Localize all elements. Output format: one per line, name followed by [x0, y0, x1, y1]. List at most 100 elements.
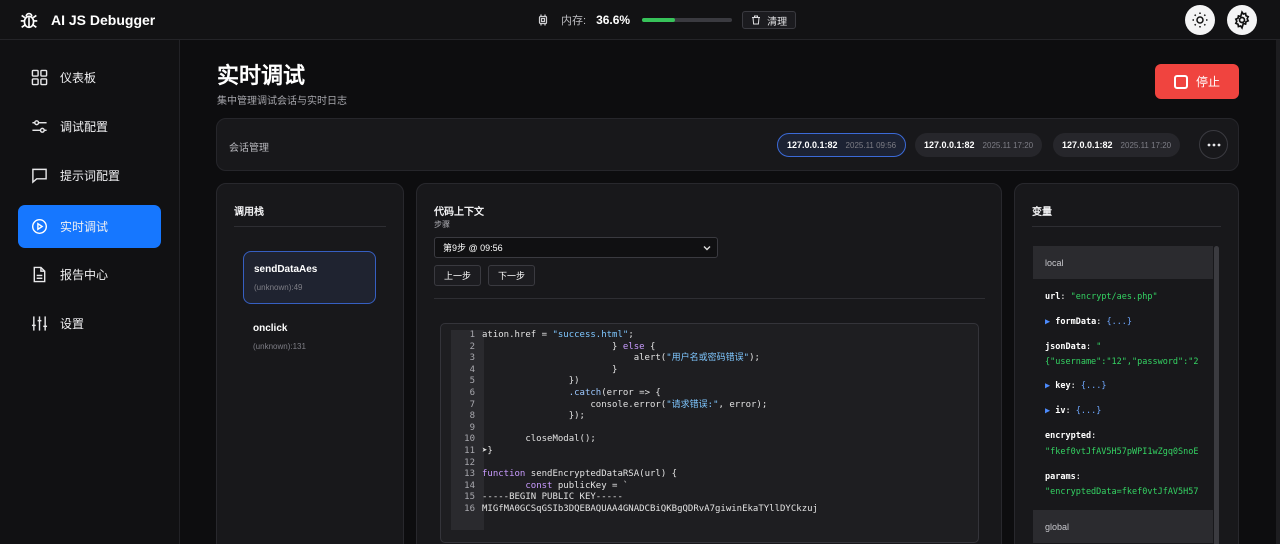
var-value: {"username":"12","password":"2: [1045, 357, 1199, 367]
page-scrollbar[interactable]: [1276, 40, 1280, 544]
divider: [234, 226, 386, 227]
code-line: 6 .catch(error => {: [441, 388, 661, 399]
stack-frame-function: onclick: [253, 323, 288, 334]
session-ip: 127.0.0.1:82: [1062, 140, 1113, 150]
prev-step-button[interactable]: 上一步: [434, 265, 482, 286]
next-step-button[interactable]: 下一步: [488, 265, 536, 286]
code-line: 4 }: [441, 365, 618, 376]
sidebar-item-live-debug[interactable]: 实时调试: [18, 205, 161, 248]
line-number: 3: [469, 353, 475, 364]
sidebar-item-prompt-config[interactable]: 提示词配置: [18, 154, 161, 197]
bug-icon: [20, 12, 38, 29]
clean-button[interactable]: 清理: [742, 11, 797, 29]
var-key: params: [1045, 472, 1076, 482]
stack-frame-active[interactable]: sendDataAes (unknown):49: [243, 251, 376, 304]
sidebar-item-label: 设置: [60, 317, 85, 331]
expand-arrow-icon: ▶: [1045, 317, 1056, 327]
code-line: 13 function sendEncryptedDataRSA(url) {: [441, 469, 677, 480]
line-number: 6: [469, 388, 475, 398]
session-bar-label: 会话管理: [229, 143, 269, 154]
line-number: 14: [464, 480, 475, 491]
session-chip[interactable]: 127.0.0.1:82 2025.11 17:20: [915, 133, 1043, 157]
var-key: url: [1045, 292, 1061, 302]
top-bar: AI JS Debugger 内存: 36.6% 清理: [0, 0, 1280, 40]
code-line: 15 -----BEGIN PUBLIC KEY-----: [441, 492, 623, 503]
sidebar-item-reports[interactable]: 报告中心: [18, 253, 161, 296]
session-chip[interactable]: 127.0.0.1:82 2025.11 17:20: [1053, 133, 1181, 157]
var-url: url: "encrypt/aes.php": [1045, 292, 1158, 302]
sidebar-item-debug-config[interactable]: 调试配置: [18, 105, 161, 148]
stop-button-label: 停止: [1195, 75, 1220, 89]
var-value: {...}: [1080, 381, 1107, 391]
stop-button[interactable]: 停止: [1155, 64, 1239, 99]
divider: [1032, 226, 1221, 227]
dashboard-icon: [30, 69, 48, 87]
variables-title: 变量: [1032, 207, 1052, 218]
clean-button-label: 清理: [767, 16, 788, 28]
var-key: formData: [1055, 317, 1097, 327]
var-value: {...}: [1106, 317, 1133, 327]
stack-frame-function: sendDataAes: [254, 264, 318, 275]
session-ip: 127.0.0.1:82: [924, 140, 975, 150]
var-formdata[interactable]: ▶ formData: {...}: [1045, 317, 1132, 327]
expand-arrow-icon: ▶: [1045, 406, 1056, 416]
page-subtitle: 集中管理调试会话与实时日志: [217, 96, 347, 107]
sidebar-item-label: 报告中心: [60, 268, 109, 282]
var-value: {...}: [1075, 406, 1102, 416]
line-number: 13: [464, 469, 475, 480]
code-line: 2 } else {: [441, 341, 656, 353]
line-number: 2: [469, 341, 475, 352]
step-select-value: 第9步 @ 09:56: [443, 243, 503, 253]
memory-indicator: 内存: 36.6% 清理: [537, 11, 797, 29]
stack-frame[interactable]: onclick (unknown):131: [243, 311, 376, 364]
equalizer-icon: [30, 315, 48, 333]
line-number: 8: [469, 411, 475, 422]
session-time: 2025.11 17:20: [1120, 140, 1172, 150]
trash-icon: [752, 15, 761, 25]
stack-frame-location: (unknown):131: [253, 342, 306, 351]
line-number: 9: [469, 422, 475, 433]
code-line: 11 ➤}: [441, 446, 493, 457]
var-iv[interactable]: ▶ iv: {...}: [1045, 406, 1101, 416]
variables-scrollbar[interactable]: [1214, 246, 1219, 544]
line-number: 12: [464, 457, 475, 468]
settings-button[interactable]: [1227, 5, 1257, 35]
code-line: 12: [441, 458, 482, 469]
var-key: encrypted: [1045, 431, 1092, 441]
chevron-down-icon: [703, 246, 711, 251]
divider: [434, 298, 985, 299]
code-viewer[interactable]: 1 ation.href = "success.html"; 2 } else {3…: [440, 323, 979, 543]
var-encrypted: encrypted:: [1045, 431, 1097, 441]
session-time: 2025.11 17:20: [982, 140, 1034, 150]
sliders-icon: [30, 118, 48, 136]
var-key-item[interactable]: ▶ key: {...}: [1045, 381, 1106, 391]
more-horizontal-icon: [1207, 143, 1220, 146]
step-select[interactable]: 第9步 @ 09:56: [434, 237, 718, 258]
variables-panel: 变量 local url: "encrypt/aes.php" ▶ formDa…: [1014, 183, 1239, 544]
code-context-title: 代码上下文: [434, 207, 484, 218]
var-params-value: "encryptedData=fkef0vtJfAV5H57: [1045, 487, 1199, 497]
sidebar-item-dashboard[interactable]: 仪表板: [18, 56, 161, 99]
var-key: jsonData: [1045, 342, 1086, 352]
stack-frame-location: (unknown):49: [254, 283, 303, 292]
sidebar-item-label: 实时调试: [60, 220, 109, 234]
message-icon: [30, 167, 48, 185]
var-key: iv: [1055, 406, 1066, 416]
var-value: "encrypt/aes.php": [1070, 292, 1158, 302]
scope-local[interactable]: local: [1033, 246, 1213, 279]
line-number: 10: [464, 434, 475, 445]
theme-toggle-button[interactable]: [1185, 5, 1215, 35]
session-chip-active[interactable]: 127.0.0.1:82 2025.11 09:56: [777, 133, 907, 157]
sidebar-item-settings[interactable]: 设置: [18, 302, 161, 345]
code-line: 3 alert("用户名或密码错误");: [441, 353, 760, 364]
var-jsondata: jsonData: ": [1045, 342, 1102, 352]
memory-bar: [642, 18, 733, 22]
play-circle-icon: [30, 218, 48, 236]
session-time: 2025.11 09:56: [845, 140, 897, 150]
app-title: AI JS Debugger: [51, 12, 156, 28]
code-line: 1 ation.href = "success.html";: [441, 330, 634, 341]
sidebar-item-label: 调试配置: [60, 120, 109, 134]
more-sessions-button[interactable]: [1199, 130, 1228, 159]
scope-global[interactable]: global: [1033, 510, 1213, 543]
line-number: 5: [469, 376, 475, 387]
